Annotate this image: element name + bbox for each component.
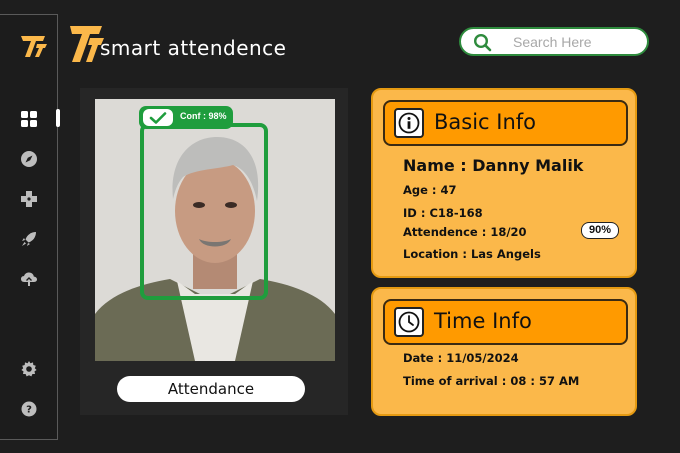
check-icon [143,109,173,126]
attendence-label: Attendence : [403,225,491,239]
active-indicator [56,109,60,127]
rocket-icon [22,232,36,246]
age-row: Age : 47 [403,183,457,197]
compass-icon [21,151,37,167]
dashboard-grid-icon [21,111,37,127]
search-bar[interactable] [459,27,649,56]
basic-info-title: Basic Info [434,110,537,134]
time-info-header: Time Info [383,299,628,345]
search-input[interactable] [513,32,639,52]
date-value: 11/05/2024 [446,351,519,365]
date-row: Date : 11/05/2024 [403,351,519,365]
search-icon[interactable] [473,33,492,52]
cloud-upload-icon [21,272,37,286]
gear-icon [21,361,37,377]
sidebar-item-explore[interactable] [18,148,40,170]
sidebar-item-help[interactable]: ? [18,398,40,420]
location-label: Location : [403,247,471,261]
sidebar-item-settings[interactable] [18,358,40,380]
name-row: Name : Danny Malik [403,156,583,175]
time-info-title: Time Info [434,309,532,333]
attendence-percent-badge: 90% [581,222,619,239]
attendance-button[interactable]: Attendance [117,376,305,402]
id-label: ID : [403,206,430,220]
svg-text:?: ? [26,405,32,416]
confidence-badge: Conf : 98% [139,106,233,129]
name-value: Danny Malik [472,156,584,175]
clock-icon [394,307,424,337]
location-row: Location : Las Angels [403,247,541,261]
id-value: C18-168 [429,206,483,220]
location-value: Las Angels [470,247,541,261]
arrival-label: Time of arrival : [403,374,511,388]
date-label: Date : [403,351,447,365]
sidebar-item-games[interactable] [18,188,40,210]
sidebar-item-upload[interactable] [18,268,40,290]
sidebar-item-dashboard[interactable] [18,108,40,130]
age-label: Age : [403,183,441,197]
confidence-label: Conf : 98% [180,111,227,121]
gamepad-icon [21,191,37,207]
arrival-row: Time of arrival : 08 : 57 AM [403,374,579,388]
attendence-value: 18/20 [490,225,527,239]
basic-info-header: Basic Info [383,100,628,146]
basic-info-card: Basic Info Name : Danny Malik Age : 47 I… [371,88,637,278]
face-detection-box [140,123,268,300]
help-icon: ? [21,401,37,417]
age-value: 47 [440,183,457,197]
app-logo-icon[interactable] [19,33,49,59]
time-info-card: Time Info Date : 11/05/2024 Time of arri… [371,287,637,416]
app-title: smart attendence [100,36,287,60]
info-icon [394,108,424,138]
id-row: ID : C18-168 [403,206,483,220]
attendence-row: Attendence : 18/20 [403,225,527,239]
arrival-value: 08 : 57 AM [510,374,580,388]
sidebar-item-launch[interactable] [18,228,40,250]
name-label: Name : [403,156,473,175]
